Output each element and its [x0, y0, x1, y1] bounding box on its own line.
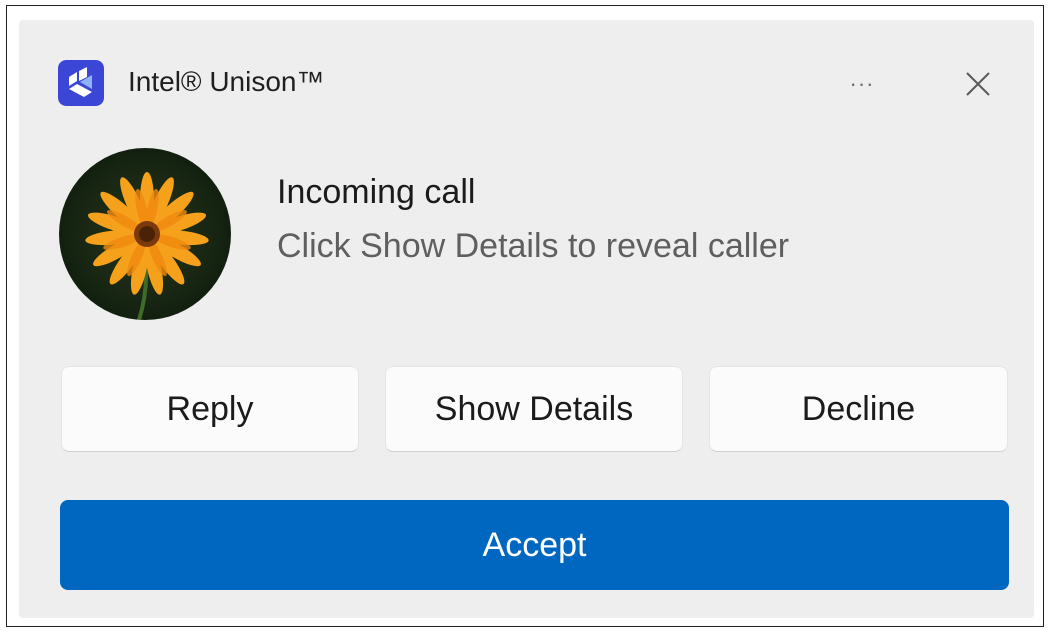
notification-title: Incoming call: [277, 173, 476, 211]
close-button[interactable]: [956, 62, 1000, 106]
decline-button[interactable]: Decline: [709, 366, 1008, 452]
accept-button[interactable]: Accept: [60, 500, 1009, 590]
show-details-button[interactable]: Show Details: [385, 366, 683, 452]
caller-avatar: [59, 148, 231, 320]
reply-button[interactable]: Reply: [61, 366, 359, 452]
flower-image: [59, 148, 231, 320]
app-logo-icon: [58, 60, 104, 106]
notification-subtitle: Click Show Details to reveal caller: [277, 227, 790, 265]
more-options-button[interactable]: ···: [838, 66, 886, 102]
close-icon: [966, 72, 990, 96]
app-name: Intel® Unison™: [128, 66, 325, 97]
